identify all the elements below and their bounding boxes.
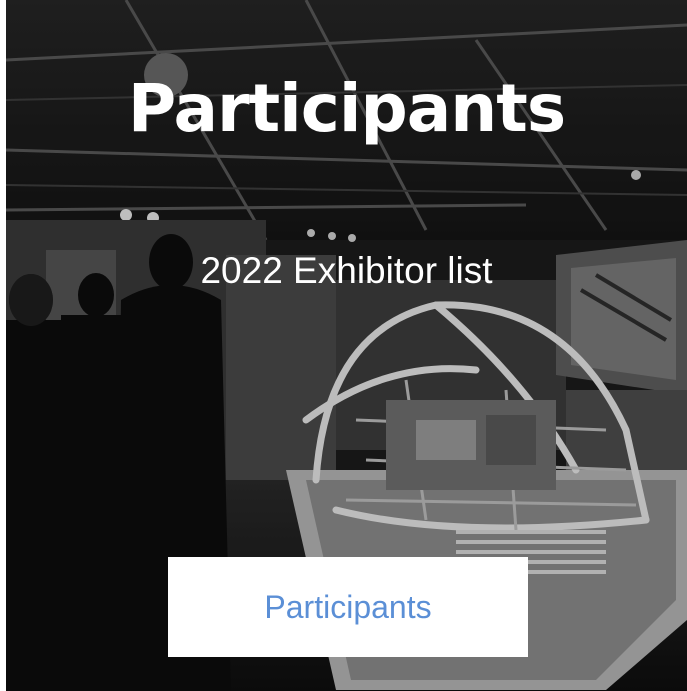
participants-button[interactable]: Participants — [168, 557, 528, 657]
page-title: Participants — [127, 70, 566, 147]
hero-card: Participants 2022 Exhibitor list Partici… — [6, 0, 687, 691]
page-subtitle: 2022 Exhibitor list — [200, 250, 493, 291]
